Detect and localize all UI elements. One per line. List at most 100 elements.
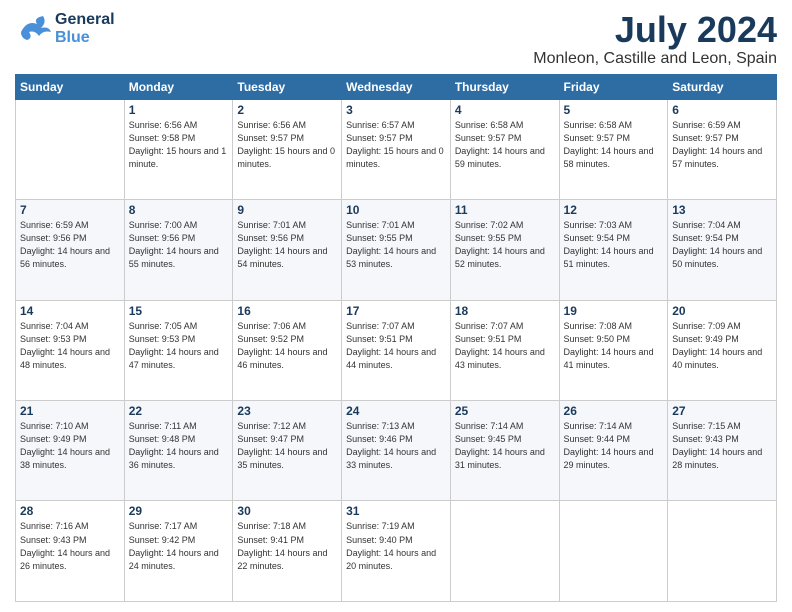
day-info: Sunrise: 7:13 AM Sunset: 9:46 PM Dayligh… <box>346 420 446 472</box>
daylight-text: Daylight: 14 hours and 44 minutes. <box>346 347 436 370</box>
sunset-text: Sunset: 9:43 PM <box>20 535 87 545</box>
day-number: 17 <box>346 304 446 318</box>
calendar-cell: 30 Sunrise: 7:18 AM Sunset: 9:41 PM Dayl… <box>233 501 342 602</box>
calendar-cell: 31 Sunrise: 7:19 AM Sunset: 9:40 PM Dayl… <box>342 501 451 602</box>
calendar-cell: 24 Sunrise: 7:13 AM Sunset: 9:46 PM Dayl… <box>342 401 451 501</box>
sunrise-text: Sunrise: 7:10 AM <box>20 421 89 431</box>
daylight-text: Daylight: 14 hours and 36 minutes. <box>129 447 219 470</box>
sunset-text: Sunset: 9:48 PM <box>129 434 196 444</box>
sunset-text: Sunset: 9:55 PM <box>455 233 522 243</box>
calendar-cell: 6 Sunrise: 6:59 AM Sunset: 9:57 PM Dayli… <box>668 99 777 199</box>
sunrise-text: Sunrise: 7:19 AM <box>346 521 415 531</box>
day-info: Sunrise: 7:07 AM Sunset: 9:51 PM Dayligh… <box>346 320 446 372</box>
location-title: Monleon, Castille and Leon, Spain <box>533 50 777 68</box>
calendar-cell <box>16 99 125 199</box>
calendar-cell: 10 Sunrise: 7:01 AM Sunset: 9:55 PM Dayl… <box>342 200 451 300</box>
sunrise-text: Sunrise: 7:00 AM <box>129 220 198 230</box>
header-monday: Monday <box>124 74 233 99</box>
daylight-text: Daylight: 14 hours and 50 minutes. <box>672 246 762 269</box>
day-number: 27 <box>672 404 772 418</box>
sunset-text: Sunset: 9:47 PM <box>237 434 304 444</box>
day-number: 4 <box>455 103 555 117</box>
sunset-text: Sunset: 9:57 PM <box>346 133 413 143</box>
sunset-text: Sunset: 9:56 PM <box>20 233 87 243</box>
sunrise-text: Sunrise: 7:18 AM <box>237 521 306 531</box>
sunrise-text: Sunrise: 6:58 AM <box>564 120 633 130</box>
calendar-cell: 22 Sunrise: 7:11 AM Sunset: 9:48 PM Dayl… <box>124 401 233 501</box>
header-sunday: Sunday <box>16 74 125 99</box>
daylight-text: Daylight: 15 hours and 0 minutes. <box>237 146 335 169</box>
daylight-text: Daylight: 14 hours and 46 minutes. <box>237 347 327 370</box>
day-number: 18 <box>455 304 555 318</box>
sunrise-text: Sunrise: 7:17 AM <box>129 521 198 531</box>
month-title: July 2024 <box>533 10 777 50</box>
sunrise-text: Sunrise: 7:08 AM <box>564 321 633 331</box>
sunset-text: Sunset: 9:53 PM <box>129 334 196 344</box>
sunrise-text: Sunrise: 6:59 AM <box>20 220 89 230</box>
calendar-week-1: 1 Sunrise: 6:56 AM Sunset: 9:58 PM Dayli… <box>16 99 777 199</box>
sunset-text: Sunset: 9:52 PM <box>237 334 304 344</box>
sunset-text: Sunset: 9:51 PM <box>346 334 413 344</box>
logo-icon <box>15 10 53 48</box>
calendar-cell: 29 Sunrise: 7:17 AM Sunset: 9:42 PM Dayl… <box>124 501 233 602</box>
calendar-header-row: Sunday Monday Tuesday Wednesday Thursday… <box>16 74 777 99</box>
sunset-text: Sunset: 9:40 PM <box>346 535 413 545</box>
sunset-text: Sunset: 9:49 PM <box>20 434 87 444</box>
sunset-text: Sunset: 9:54 PM <box>672 233 739 243</box>
day-info: Sunrise: 7:19 AM Sunset: 9:40 PM Dayligh… <box>346 520 446 572</box>
calendar-cell: 20 Sunrise: 7:09 AM Sunset: 9:49 PM Dayl… <box>668 300 777 400</box>
calendar-cell: 4 Sunrise: 6:58 AM Sunset: 9:57 PM Dayli… <box>450 99 559 199</box>
calendar-cell: 12 Sunrise: 7:03 AM Sunset: 9:54 PM Dayl… <box>559 200 668 300</box>
sunset-text: Sunset: 9:51 PM <box>455 334 522 344</box>
sunset-text: Sunset: 9:57 PM <box>455 133 522 143</box>
day-number: 11 <box>455 203 555 217</box>
calendar-cell <box>559 501 668 602</box>
day-number: 12 <box>564 203 664 217</box>
sunrise-text: Sunrise: 7:05 AM <box>129 321 198 331</box>
sunrise-text: Sunrise: 7:11 AM <box>129 421 197 431</box>
day-number: 25 <box>455 404 555 418</box>
calendar-week-3: 14 Sunrise: 7:04 AM Sunset: 9:53 PM Dayl… <box>16 300 777 400</box>
sunset-text: Sunset: 9:45 PM <box>455 434 522 444</box>
sunset-text: Sunset: 9:56 PM <box>237 233 304 243</box>
daylight-text: Daylight: 14 hours and 52 minutes. <box>455 246 545 269</box>
calendar-cell: 1 Sunrise: 6:56 AM Sunset: 9:58 PM Dayli… <box>124 99 233 199</box>
day-info: Sunrise: 7:14 AM Sunset: 9:44 PM Dayligh… <box>564 420 664 472</box>
day-number: 26 <box>564 404 664 418</box>
sunrise-text: Sunrise: 7:15 AM <box>672 421 741 431</box>
day-info: Sunrise: 7:06 AM Sunset: 9:52 PM Dayligh… <box>237 320 337 372</box>
sunrise-text: Sunrise: 7:01 AM <box>346 220 415 230</box>
sunrise-text: Sunrise: 7:06 AM <box>237 321 306 331</box>
day-info: Sunrise: 6:59 AM Sunset: 9:57 PM Dayligh… <box>672 119 772 171</box>
daylight-text: Daylight: 14 hours and 22 minutes. <box>237 548 327 571</box>
header-friday: Friday <box>559 74 668 99</box>
day-number: 1 <box>129 103 229 117</box>
header-thursday: Thursday <box>450 74 559 99</box>
day-info: Sunrise: 6:58 AM Sunset: 9:57 PM Dayligh… <box>455 119 555 171</box>
day-info: Sunrise: 7:10 AM Sunset: 9:49 PM Dayligh… <box>20 420 120 472</box>
day-number: 24 <box>346 404 446 418</box>
day-info: Sunrise: 7:08 AM Sunset: 9:50 PM Dayligh… <box>564 320 664 372</box>
sunrise-text: Sunrise: 7:07 AM <box>455 321 524 331</box>
header-saturday: Saturday <box>668 74 777 99</box>
day-number: 20 <box>672 304 772 318</box>
logo: General Blue <box>15 10 115 48</box>
sunrise-text: Sunrise: 7:14 AM <box>564 421 633 431</box>
sunset-text: Sunset: 9:55 PM <box>346 233 413 243</box>
sunset-text: Sunset: 9:42 PM <box>129 535 196 545</box>
calendar-cell: 15 Sunrise: 7:05 AM Sunset: 9:53 PM Dayl… <box>124 300 233 400</box>
daylight-text: Daylight: 14 hours and 47 minutes. <box>129 347 219 370</box>
calendar-cell: 13 Sunrise: 7:04 AM Sunset: 9:54 PM Dayl… <box>668 200 777 300</box>
day-number: 31 <box>346 504 446 518</box>
calendar-table: Sunday Monday Tuesday Wednesday Thursday… <box>15 74 777 602</box>
day-number: 19 <box>564 304 664 318</box>
day-info: Sunrise: 7:12 AM Sunset: 9:47 PM Dayligh… <box>237 420 337 472</box>
daylight-text: Daylight: 14 hours and 57 minutes. <box>672 146 762 169</box>
daylight-text: Daylight: 14 hours and 59 minutes. <box>455 146 545 169</box>
day-info: Sunrise: 7:02 AM Sunset: 9:55 PM Dayligh… <box>455 219 555 271</box>
title-section: July 2024 Monleon, Castille and Leon, Sp… <box>533 10 777 68</box>
day-info: Sunrise: 7:09 AM Sunset: 9:49 PM Dayligh… <box>672 320 772 372</box>
sunrise-text: Sunrise: 6:59 AM <box>672 120 741 130</box>
calendar-cell <box>668 501 777 602</box>
day-number: 7 <box>20 203 120 217</box>
